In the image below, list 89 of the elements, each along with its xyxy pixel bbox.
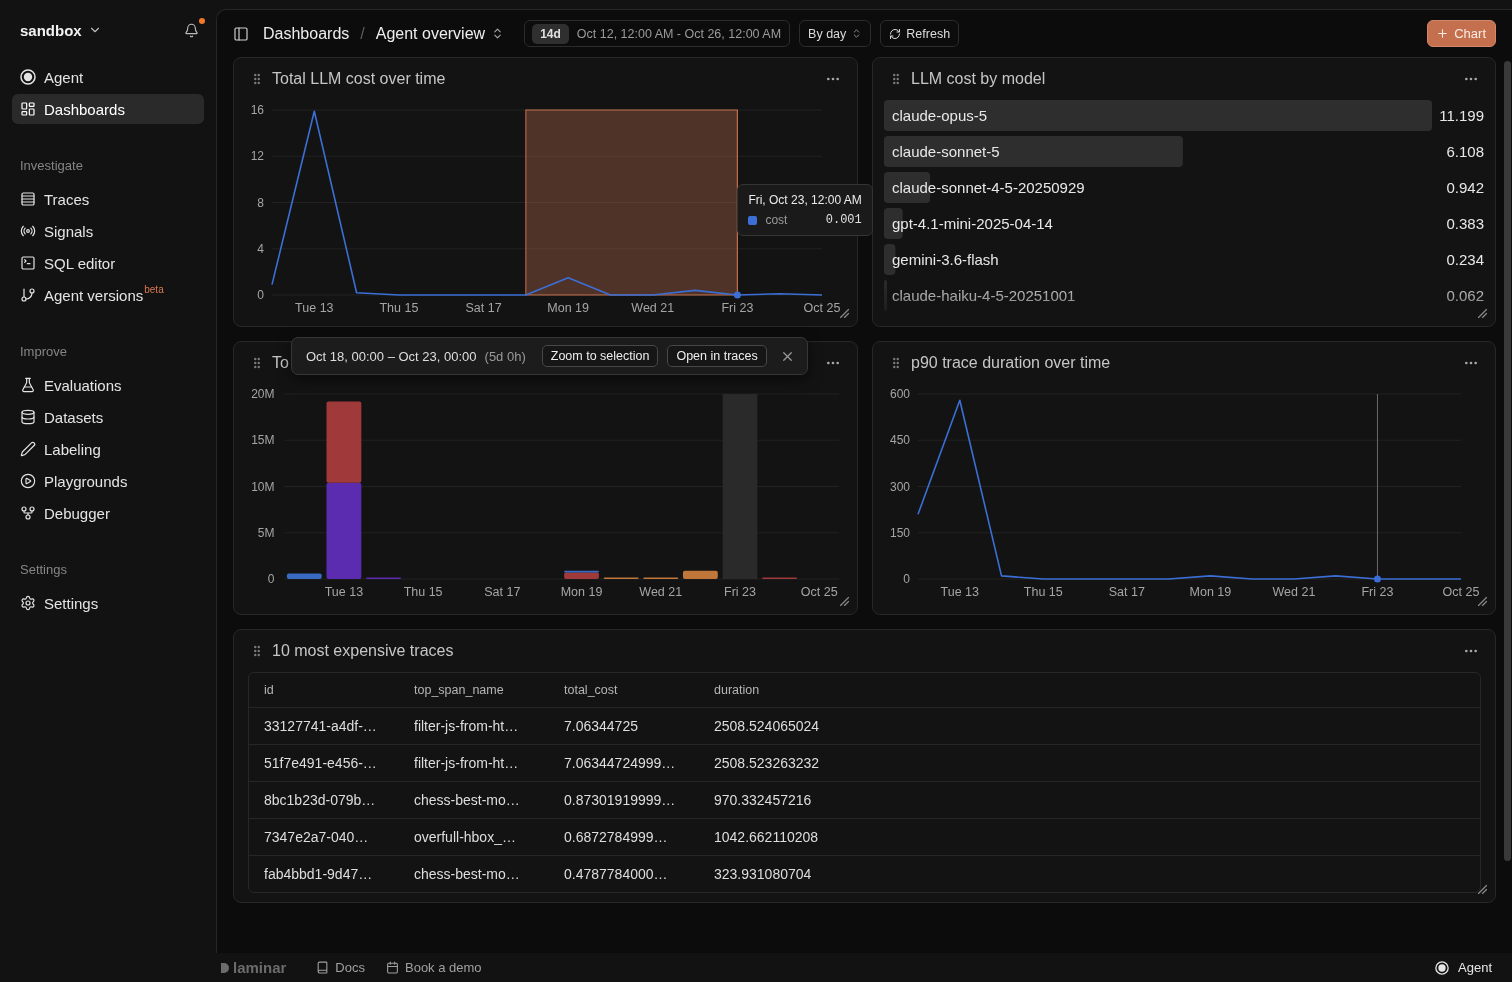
table-cell: filter-js-from-ht…: [414, 755, 519, 771]
column-header: top_span_name: [414, 683, 504, 697]
x-axis-label: Oct 25: [1442, 585, 1480, 599]
y-axis-label: 20M: [251, 387, 275, 401]
x-axis-label: Thu 15: [379, 301, 419, 315]
table-cell: 323.931080704: [714, 866, 812, 882]
tooltip-value: 0.001: [825, 213, 862, 227]
table-cell: 7.06344725: [564, 718, 638, 734]
table-cell: 1042.662110208: [714, 829, 819, 845]
x-axis-label: Fri 23: [1361, 585, 1394, 599]
value-label: 0.062: [1446, 287, 1484, 304]
x-axis-label: Sat 17: [465, 301, 502, 315]
section-title: Improve: [19, 343, 67, 361]
table-cell: filter-js-from-ht…: [414, 718, 519, 734]
table-cell: 33127741-a4df-…: [264, 718, 377, 734]
x-axis-label: Tue 13: [940, 585, 979, 599]
value-label: 0.234: [1446, 251, 1484, 268]
widget-title: 10 most expensive traces: [272, 642, 454, 660]
table-cell: 8bc1b23d-079b…: [264, 792, 376, 808]
table-cell: 2508.524065024: [714, 718, 820, 734]
value-label: 0.383: [1446, 215, 1484, 232]
beta-tag: beta: [144, 284, 164, 295]
table-cell: 7347e2a7-040…: [264, 829, 369, 845]
table-cell: 51f7e491-e456-…: [264, 755, 377, 771]
y-axis-label: 300: [889, 479, 910, 494]
column-header: total_cost: [564, 683, 618, 697]
table-cell: 2508.523263232: [714, 755, 820, 771]
x-axis-label: Sat 17: [1108, 585, 1145, 599]
y-axis-label: 12: [250, 149, 264, 164]
table-cell: chess-best-mo…: [414, 866, 520, 882]
selection-range: Oct 18, 00:00 – Oct 23, 00:00: [306, 348, 477, 364]
x-axis-label: Oct 25: [803, 301, 841, 315]
tooltip-label: cost: [765, 213, 788, 227]
x-axis-label: Thu 15: [403, 585, 443, 599]
x-axis-label: Wed 21: [631, 301, 675, 315]
selection-duration: (5d 0h): [484, 348, 526, 364]
y-axis-label: 600: [889, 387, 910, 401]
logo-wordmark: laminar: [233, 959, 287, 976]
y-axis-label: 10M: [251, 479, 275, 494]
x-axis-label: Oct 25: [800, 585, 838, 599]
y-axis-label: 450: [889, 433, 910, 448]
value-label: 0.942: [1446, 179, 1484, 196]
bar-label: claude-sonnet-4-5-20250929: [892, 179, 1085, 196]
x-axis-label: Sat 17: [484, 585, 521, 599]
table-cell: overfull-hbox_…: [414, 829, 516, 845]
table-cell: 7.06344724999…: [564, 755, 676, 771]
y-axis-label: 150: [889, 525, 910, 540]
bar-label: gpt-4.1-mini-2025-04-14: [892, 215, 1053, 232]
y-axis-label: 16: [250, 103, 264, 117]
table-cell: 0.6872784999…: [564, 829, 668, 845]
x-axis-label: Mon 19: [560, 585, 603, 599]
table-cell: fab4bbd1-9d47…: [264, 866, 373, 882]
x-axis-label: Mon 19: [547, 301, 589, 315]
x-axis-label: Wed 21: [1272, 585, 1316, 599]
widget-title: To: [272, 354, 289, 372]
x-axis-label: Fri 23: [724, 585, 756, 599]
y-axis-label: 15M: [251, 433, 275, 448]
bar-label: claude-haiku-4-5-20251001: [892, 287, 1076, 304]
bar-label: gemini-3.6-flash: [892, 251, 999, 268]
y-axis-label: 0: [257, 288, 264, 302]
table-cell: 0.87301919999…: [564, 792, 676, 808]
table-cell: 0.4787784000…: [564, 866, 668, 882]
x-axis-label: Tue 13: [295, 301, 334, 315]
y-axis-label: 5M: [257, 525, 275, 540]
breadcrumb-separator: /: [360, 24, 365, 43]
value-label: 6.108: [1446, 143, 1484, 160]
y-axis-label: 0: [903, 572, 910, 586]
section-title: Investigate: [19, 157, 83, 175]
value-label: 11.199: [1439, 107, 1484, 124]
widget-title: Total LLM cost over time: [272, 70, 446, 88]
x-axis-label: Thu 15: [1023, 585, 1063, 599]
y-axis-label: 8: [257, 195, 264, 210]
y-axis-label: 4: [257, 241, 264, 256]
column-header: id: [264, 683, 274, 697]
section-title: Settings: [19, 561, 67, 579]
bar-label: claude-sonnet-5: [892, 143, 1000, 160]
y-axis-label: 0: [267, 572, 275, 586]
x-axis-label: Mon 19: [1189, 585, 1232, 599]
x-axis-label: Tue 13: [324, 585, 364, 599]
x-axis-label: Fri 23: [721, 301, 754, 315]
bar-label: claude-opus-5: [892, 107, 988, 124]
widget-title: p90 trace duration over time: [911, 354, 1111, 372]
range-preset-tag: 14d: [532, 23, 569, 44]
column-header: duration: [714, 683, 760, 697]
table-cell: chess-best-mo…: [414, 792, 520, 808]
table-cell: 970.332457216: [714, 792, 812, 808]
tooltip-title: Fri, Oct 23, 12:00 AM: [748, 193, 862, 207]
widget-title: LLM cost by model: [911, 70, 1046, 88]
x-axis-label: Wed 21: [639, 585, 683, 599]
